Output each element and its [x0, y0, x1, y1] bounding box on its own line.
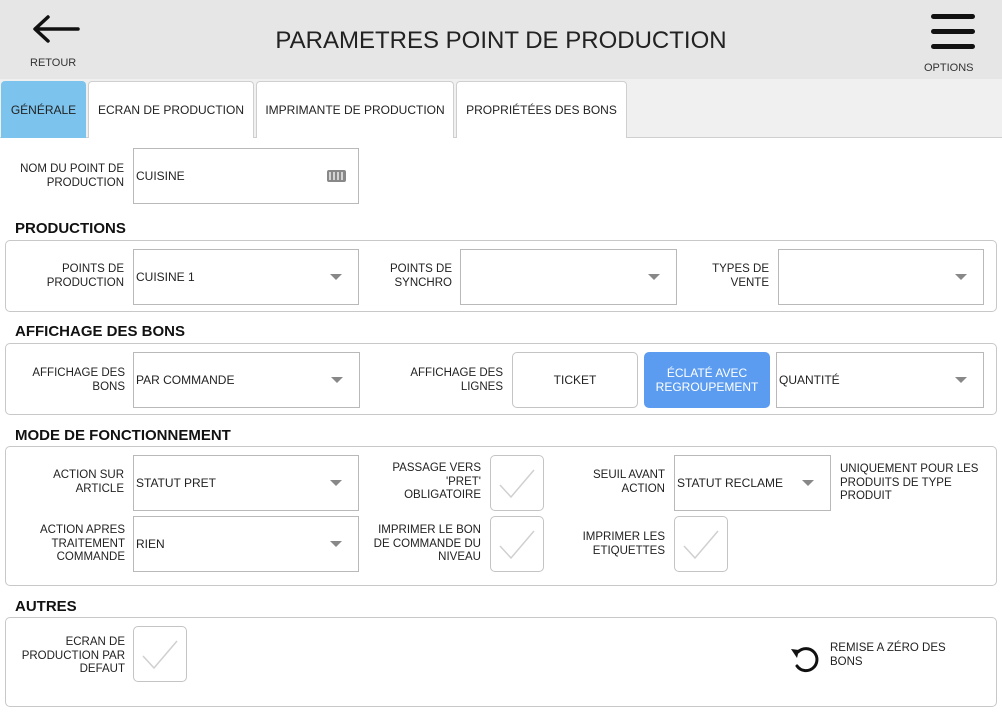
action-article-value: STATUT PRET: [136, 476, 217, 490]
affichage-bons-label: AFFICHAGE DES BONS: [32, 367, 125, 393]
imprimer-etiquettes-checkbox[interactable]: [674, 516, 728, 572]
chevron-down-icon: [802, 480, 814, 486]
seuil-label: SEUIL AVANT ACTION: [592, 469, 665, 495]
action-article-select[interactable]: STATUT PRET: [133, 455, 359, 511]
affichage-bons-value: PAR COMMANDE: [136, 373, 235, 387]
hamburger-menu-icon: [931, 14, 975, 49]
points-production-label: POINTS DE PRODUCTION: [46, 263, 124, 289]
ecran-defaut-label: ECRAN DE PRODUCTION PAR DEFAUT: [21, 636, 125, 675]
chevron-down-icon: [331, 377, 343, 383]
chevron-down-icon: [648, 274, 660, 280]
section-title-autres: AUTRES: [15, 598, 77, 615]
quantite-select[interactable]: QUANTITÉ: [776, 352, 984, 408]
action-apres-select[interactable]: RIEN: [133, 516, 359, 572]
points-synchro-select[interactable]: [460, 249, 677, 305]
imprimer-etiquettes-label: IMPRIMER LES ETIQUETTES: [582, 531, 665, 557]
seuil-note: UNIQUEMENT POUR LES PRODUITS DE TYPE PRO…: [840, 463, 979, 502]
imprimer-bon-checkbox[interactable]: [490, 516, 544, 572]
imprimer-bon-label: IMPRIMER LE BON DE COMMANDE DU NIVEAU: [373, 524, 481, 563]
action-apres-value: RIEN: [136, 537, 165, 551]
page-title: PARAMETRES POINT DE PRODUCTION: [275, 27, 727, 54]
tab-bar: GÉNÉRALE ECRAN DE PRODUCTION IMPRIMANTE …: [0, 79, 1002, 138]
options-label: OPTIONS: [924, 62, 974, 74]
tab-proprietees-des-bons[interactable]: PROPRIÉTÉES DES BONS: [456, 81, 627, 138]
section-title-mode: MODE DE FONCTIONNEMENT: [15, 427, 231, 444]
passage-pret-checkbox[interactable]: [490, 455, 544, 511]
seuil-select[interactable]: STATUT RECLAME: [674, 455, 831, 511]
reset-bons-button[interactable]: REMISE A ZÉRO DES BONS: [788, 640, 978, 676]
chevron-down-icon: [330, 541, 342, 547]
seuil-value: STATUT RECLAME: [677, 476, 784, 490]
passage-pret-label: PASSAGE VERS 'PRET' OBLIGATOIRE: [392, 462, 481, 501]
checkmark-icon: [499, 469, 535, 499]
back-label: RETOUR: [30, 57, 77, 69]
name-value: CUISINE: [136, 169, 185, 183]
points-production-value: CUISINE 1: [136, 270, 195, 284]
chevron-down-icon: [955, 274, 967, 280]
ecran-defaut-checkbox[interactable]: [133, 626, 187, 682]
name-label: NOM DU POINT DE PRODUCTION: [20, 163, 124, 189]
chevron-down-icon: [330, 274, 342, 280]
tab-ecran-de-production[interactable]: ECRAN DE PRODUCTION: [88, 81, 254, 138]
ticket-toggle[interactable]: TICKET: [512, 352, 638, 408]
action-article-label: ACTION SUR ARTICLE: [53, 469, 124, 495]
types-vente-select[interactable]: [778, 249, 984, 305]
affichage-lignes-label: AFFICHAGE DES LIGNES: [410, 367, 503, 393]
action-apres-label: ACTION APRES TRAITEMENT COMMANDE: [40, 524, 125, 563]
affichage-bons-select[interactable]: PAR COMMANDE: [133, 352, 360, 408]
checkmark-icon: [142, 640, 178, 670]
name-input[interactable]: CUISINE: [133, 148, 359, 204]
reset-icon: [791, 647, 819, 673]
tab-generale[interactable]: GÉNÉRALE: [1, 81, 86, 138]
header: RETOUR PARAMETRES POINT DE PRODUCTION OP…: [0, 0, 1002, 80]
eclate-toggle[interactable]: ÉCLATÉ AVEC REGROUPEMENT: [644, 352, 770, 408]
types-vente-label: TYPES DE VENTE: [712, 263, 769, 289]
checkmark-icon: [499, 530, 535, 560]
checkmark-icon: [683, 530, 719, 560]
section-title-affichage: AFFICHAGE DES BONS: [15, 323, 186, 340]
points-production-select[interactable]: CUISINE 1: [133, 249, 359, 305]
keyboard-icon[interactable]: [327, 170, 346, 182]
chevron-down-icon: [330, 480, 342, 486]
section-title-productions: PRODUCTIONS: [15, 220, 126, 237]
quantite-value: QUANTITÉ: [779, 373, 840, 387]
reset-bons-label: REMISE A ZÉRO DES BONS: [830, 642, 946, 668]
options-button[interactable]: OPTIONS: [916, 10, 982, 76]
tab-imprimante-de-production[interactable]: IMPRIMANTE DE PRODUCTION: [256, 81, 454, 138]
chevron-down-icon: [955, 377, 967, 383]
points-synchro-label: POINTS DE SYNCHRO: [390, 263, 452, 289]
